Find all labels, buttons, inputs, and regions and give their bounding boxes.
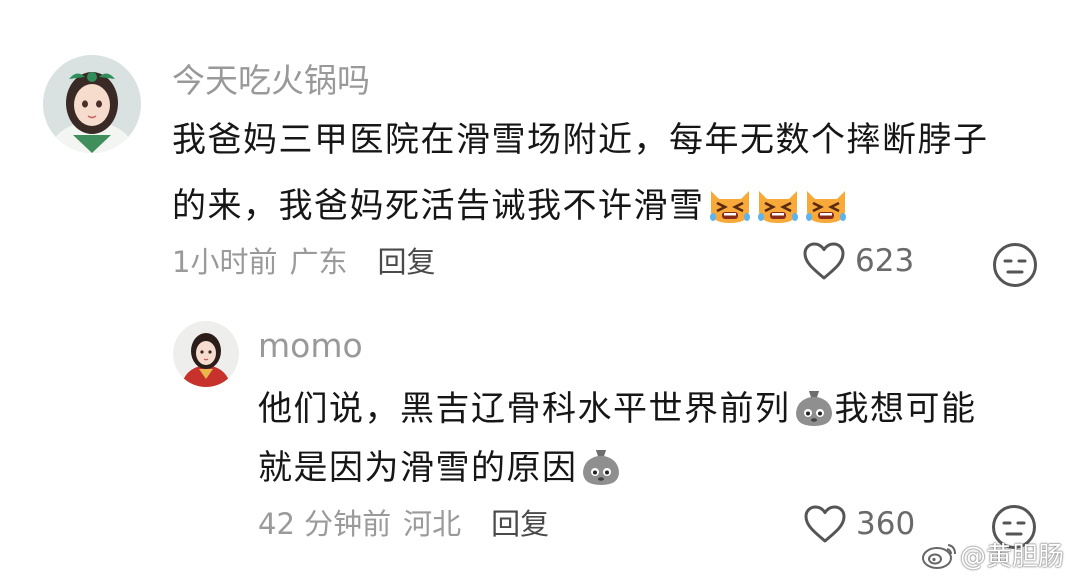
meh-face-icon [993,243,1037,287]
reply-text-line2: 就是因为滑雪的原因 [258,447,622,493]
comment-text-line2: 的来，我爸妈死活告诫我不许滑雪 [172,185,849,231]
crying-cat-emoji [707,185,753,231]
crying-cat-emoji [755,185,801,231]
avatar-commenter[interactable] [43,55,141,153]
weibo-watermark: @黄胆肠 [920,536,1064,573]
watermark-text: @黄胆肠 [960,542,1065,572]
comment-text-line1: 我爸妈三甲医院在滑雪场附近，每年无数个摔断脖子 [172,120,989,160]
comment-meta: 1小时前 广东 回复 [172,248,435,277]
comment-screenshot: 今天吃火锅吗 我爸妈三甲医院在滑雪场附近，每年无数个摔断脖子 的来，我爸妈死活告… [0,0,1080,579]
replier-username[interactable]: momo [258,329,363,362]
weibo-icon [922,543,956,569]
commenter-username[interactable]: 今天吃火锅吗 [172,64,370,97]
heart-icon [804,505,846,543]
reply-text-line2-content: 就是因为滑雪的原因 [258,448,578,488]
reply-like-count: 360 [856,505,916,542]
potato-face-emoji [580,447,622,493]
potato-face-emoji [793,388,835,434]
comment-text-line2-content: 的来，我爸妈死活告诫我不许滑雪 [172,186,705,226]
reply-reply-button[interactable]: 回复 [491,507,549,541]
reply-text-line1: 他们说，黑吉辽骨科水平世界前列 我想可能 [258,388,977,434]
like-count: 623 [855,242,915,279]
comment-location: 广东 [289,245,348,279]
dislike-button[interactable] [991,241,1039,289]
reply-text-line1-tail: 我想可能 [834,389,977,429]
crying-cat-emoji [803,185,849,231]
reply-location: 河北 [403,507,462,541]
comment-time: 1小时前 [172,245,278,279]
like-button[interactable]: 623 [802,241,914,281]
reply-like-button[interactable]: 360 [803,504,915,544]
avatar-replier[interactable] [173,321,239,387]
reply-meta: 42 分钟前 河北 回复 [258,510,549,539]
reply-button[interactable]: 回复 [377,245,435,279]
reply-time: 42 分钟前 [258,507,392,541]
reply-text-line1-content: 他们说，黑吉辽骨科水平世界前列 [258,389,791,429]
heart-icon [803,242,845,280]
